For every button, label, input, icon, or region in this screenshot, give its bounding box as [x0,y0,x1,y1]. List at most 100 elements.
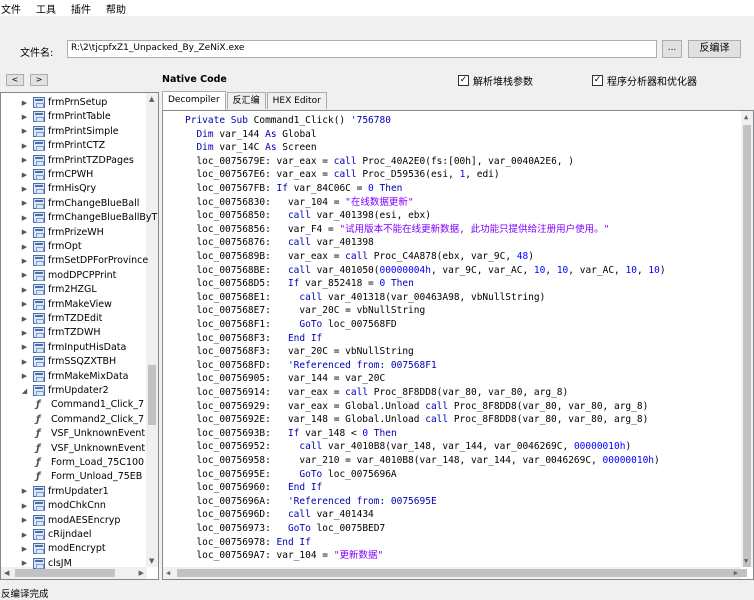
expand-icon[interactable]: ▶ [21,531,28,539]
expand-icon[interactable]: ▶ [21,358,28,366]
expand-icon[interactable]: ▶ [21,199,28,207]
expand-icon[interactable]: ▶ [21,502,28,510]
tree-module-item[interactable]: ▶ frmPrnSetup [21,96,107,109]
tree-hscroll-thumb[interactable] [15,569,115,577]
expand-icon[interactable]: ▶ [21,127,28,135]
tree-module-item[interactable]: ▶ frmPrintCTZ [21,139,105,152]
menu-file[interactable]: 文件 [0,1,24,16]
expand-icon[interactable]: ▶ [21,228,28,236]
tree-module-item[interactable]: ▶ frmOpt [21,240,82,253]
tree-module-item[interactable]: ◢ frmUpdater2 [21,384,109,397]
expand-icon[interactable]: ▶ [21,142,28,150]
expand-icon[interactable]: ▶ [21,214,28,222]
forward-button[interactable]: > [30,74,48,86]
tree-module-item[interactable]: ▶ frmTZDWH [21,326,101,339]
tree-module-item[interactable]: ▶ modDPCPPrint [21,269,116,282]
expand-icon[interactable]: ▶ [21,257,28,265]
expand-icon[interactable]: ▶ [21,300,28,308]
tree-module-item[interactable]: ▶ modEncrypt [21,542,106,555]
scroll-right-icon[interactable]: ▶ [734,569,738,577]
tree-module-item[interactable]: ▶ modAESEncryp [21,514,120,527]
tree-module-item[interactable]: ▶ frmUpdater1 [21,485,109,498]
back-button[interactable]: < [6,74,24,86]
tree-module-item[interactable]: ▶ cRijndael [21,528,91,541]
code-line: loc_0075696A: 'Referenced from: 0075695E [185,495,436,508]
code-token: loc_007568FD: [185,359,288,371]
tree-module-item[interactable]: ▶ frmSetDPForProvince [21,254,148,267]
expand-icon[interactable]: ▶ [21,243,28,251]
tree-module-item[interactable]: ▶ frmPrintSimple [21,125,119,138]
form-icon [33,529,45,540]
tree-function-item[interactable]: ƒ VSF_UnknownEvent [36,442,145,455]
tree-module-item[interactable]: ▶ frmSSQZXTBH [21,355,116,368]
expand-icon[interactable]: ▶ [21,559,28,567]
code-vertical-scrollbar[interactable]: ▲ ▼ [741,111,753,567]
code-token: As [265,142,277,154]
tree-module-item[interactable]: ▶ frmCPWH [21,168,93,181]
tree-vertical-scrollbar[interactable]: ▲ ▼ [146,93,158,567]
tree-function-item[interactable]: ƒ Form_Unload_75EB [36,470,142,483]
scroll-left-icon[interactable]: ◀ [4,569,9,577]
tree-module-item[interactable]: ▶ frmInputHisData [21,341,126,354]
scroll-down-icon[interactable]: ▼ [744,557,748,565]
tab-hex-editor[interactable]: HEX Editor [266,92,327,109]
code-token: If [287,427,300,439]
tree-module-item[interactable]: ▶ frmMakeMixData [21,370,129,383]
collapse-icon[interactable]: ◢ [21,387,28,395]
expand-icon[interactable]: ▶ [21,487,28,495]
expand-icon[interactable]: ▶ [21,545,28,553]
expand-icon[interactable]: ▶ [21,286,28,294]
parse-stack-checkbox[interactable]: ✓ 解析堆栈参数 [458,73,533,88]
expand-icon[interactable]: ▶ [21,315,28,323]
expand-icon[interactable]: ▶ [21,271,28,279]
tree-module-item[interactable]: ▶ clsJM [21,557,72,570]
tab-disassembly[interactable]: 反汇编 [226,92,266,109]
tree-module-item[interactable]: ▶ frmPrintTZDPages [21,154,134,167]
expand-icon[interactable]: ▶ [21,329,28,337]
code-token: loc_0075695E: [185,468,300,480]
menu-plugins[interactable]: 插件 [69,1,94,16]
tree-function-item[interactable]: ƒ Command1_Click_7 [36,398,144,411]
scroll-right-icon[interactable]: ▶ [139,569,144,577]
expand-icon[interactable]: ▶ [21,343,28,351]
code-token: 00000010h [573,441,626,453]
expand-icon[interactable]: ▶ [21,372,28,380]
decompile-button[interactable]: 反编译 [688,40,741,58]
expand-icon[interactable]: ▶ [21,113,28,121]
scroll-left-icon[interactable]: ◀ [166,569,170,577]
project-tree[interactable]: ▲ ▼ ◀ ▶ ▶ frmPrnSetup ▶ frmPrintTable ▶ frmPr… [0,92,159,580]
scroll-up-icon[interactable]: ▲ [744,113,748,121]
menu-help[interactable]: 帮助 [104,1,129,16]
expand-icon[interactable]: ▶ [21,171,28,179]
code-view[interactable]: ▲ ▼ ◀ ▶ Private Sub Command1_Click() '75… [162,110,754,580]
tree-scroll-thumb[interactable] [148,365,156,425]
code-hscroll-thumb[interactable] [177,569,747,577]
tree-module-item[interactable]: ▶ frmPrintTable [21,110,111,123]
scroll-up-icon[interactable]: ▲ [149,95,154,103]
browse-button[interactable]: ... [662,40,682,58]
tree-module-item[interactable]: ▶ modChkCnn [21,499,106,512]
tree-function-item[interactable]: ƒ Command2_Click_7 [36,413,144,426]
tree-module-item[interactable]: ▶ frmPrizeWH [21,226,104,239]
tree-module-item[interactable]: ▶ frmHisQry [21,182,96,195]
scroll-down-icon[interactable]: ▼ [149,557,154,565]
file-path-input[interactable]: R:\2\tjcpfxZ1_Unpacked_By_ZeNiX.exe [67,40,657,58]
expand-icon[interactable]: ▶ [21,185,28,193]
menu-tools[interactable]: 工具 [34,1,59,16]
tree-module-item[interactable]: ▶ frmChangeBlueBall [21,197,139,210]
expand-icon[interactable]: ▶ [21,99,28,107]
expand-icon[interactable]: ▶ [21,156,28,164]
tree-function-item[interactable]: ƒ VSF_UnknownEvent [36,427,145,440]
tree-module-item[interactable]: ▶ frmMakeView [21,298,112,311]
tab-decompiler[interactable]: Decompiler [162,91,226,110]
code-token: loc_007568FD [322,319,397,330]
tree-module-item[interactable]: ▶ frmChangeBlueBallByT [21,211,157,224]
tree-module-item[interactable]: ▶ frmTZDEdit [21,312,102,325]
analyzer-checkbox[interactable]: ✓ 程序分析器和优化器 [592,73,697,88]
code-horizontal-scrollbar[interactable]: ◀ ▶ [163,567,747,579]
tree-function-item[interactable]: ƒ Form_Load_75C100 [36,456,144,469]
tree-item-label: Form_Load_75C100 [51,457,145,468]
tree-module-item[interactable]: ▶ frm2HZGL [21,283,97,296]
expand-icon[interactable]: ▶ [21,516,28,524]
code-scroll-thumb[interactable] [743,125,751,567]
